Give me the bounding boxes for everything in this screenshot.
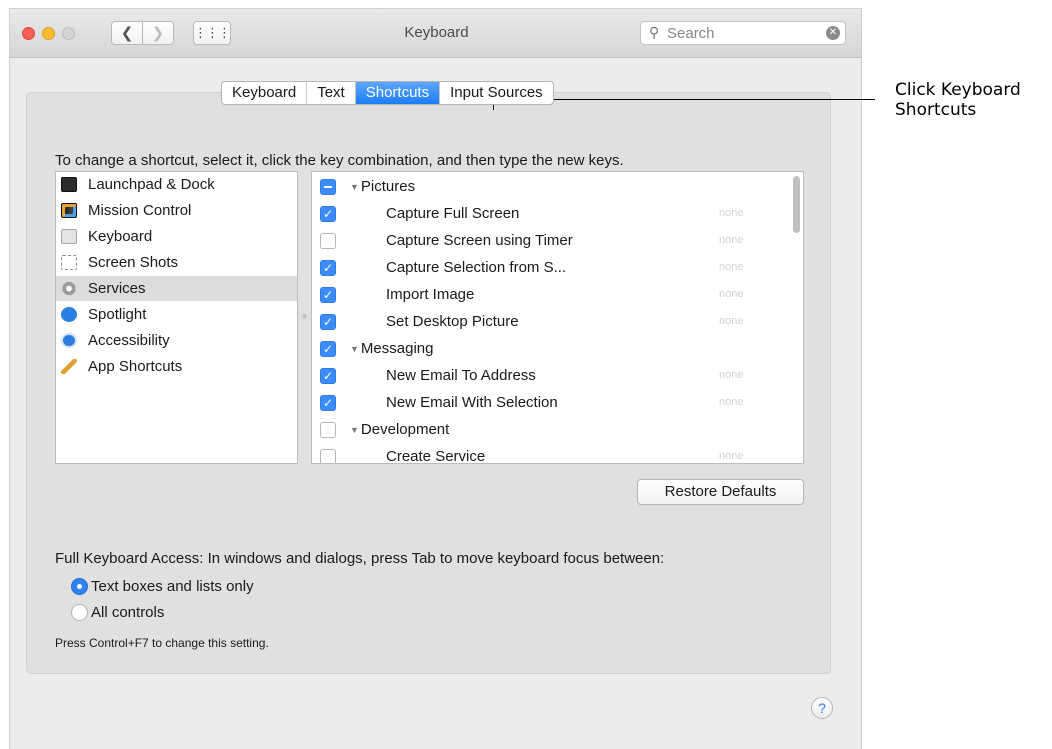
shortcut-key[interactable]: none — [719, 315, 743, 327]
search-field[interactable]: ⚲ ✕ — [640, 21, 846, 45]
tab-keyboard[interactable]: Keyboard — [222, 82, 308, 104]
shortcut-group-row[interactable]: ✓ ▼ Messaging — [312, 336, 782, 363]
search-icon: ⚲ — [649, 24, 660, 40]
enable-checkbox[interactable] — [320, 449, 336, 463]
category-label: Keyboard — [88, 228, 153, 245]
search-input[interactable] — [667, 24, 817, 42]
radio-all-controls-label[interactable]: All controls — [91, 604, 164, 621]
enable-checkbox[interactable] — [320, 422, 336, 438]
group-label[interactable]: ▼ Messaging — [350, 340, 433, 357]
group-label-text: Pictures — [360, 178, 416, 195]
disclosure-triangle-icon[interactable]: ▼ — [350, 344, 359, 354]
shortcut-row[interactable]: ✓ Capture Full Screen none — [312, 201, 782, 228]
shortcut-label: Create Service — [386, 448, 486, 464]
shortcut-row[interactable]: ✓ Set Desktop Picture none — [312, 309, 782, 336]
shortcut-key[interactable]: none — [719, 207, 743, 219]
shortcut-row[interactable]: ✓ Capture Selection from S... none — [312, 255, 782, 282]
category-label: Spotlight — [88, 306, 147, 323]
enable-checkbox[interactable]: ✓ — [320, 260, 336, 276]
shortcut-key[interactable]: none — [719, 288, 743, 300]
mission-control-icon — [61, 203, 77, 218]
shortcut-label: Set Desktop Picture — [386, 313, 519, 330]
scrollbar[interactable] — [793, 176, 800, 233]
shortcut-label: New Email To Address — [386, 367, 536, 384]
shortcut-key[interactable]: none — [719, 396, 743, 408]
category-accessibility[interactable]: Accessibility — [56, 328, 297, 353]
shortcut-row[interactable]: ✓ Import Image none — [312, 282, 782, 309]
category-keyboard[interactable]: Keyboard — [56, 224, 297, 249]
callout-line-2: Shortcuts — [895, 100, 977, 120]
keyboard-access-note: Press Control+F7 to change this setting. — [55, 636, 269, 650]
category-label: Services — [88, 280, 146, 297]
group-label-text: Messaging — [360, 340, 434, 357]
spotlight-icon — [61, 307, 77, 322]
help-button[interactable]: ? — [811, 697, 833, 719]
enable-checkbox[interactable]: ✓ — [320, 368, 336, 384]
shortcut-row[interactable]: ✓ New Email With Selection none — [312, 390, 782, 417]
screenshot-icon — [61, 255, 77, 270]
category-label: Launchpad & Dock — [88, 176, 215, 193]
shortcut-label: Capture Full Screen — [386, 205, 520, 222]
shortcut-row[interactable]: Create Service none — [312, 444, 782, 464]
category-label: Mission Control — [88, 202, 192, 219]
category-screen-shots[interactable]: Screen Shots — [56, 250, 297, 275]
tab-input-sources[interactable]: Input Sources — [440, 82, 553, 104]
shortcut-list[interactable]: ▼ Pictures ✓ Capture Full Screen none Capture… — [311, 171, 804, 464]
shortcut-label: New Email With Selection — [386, 394, 558, 411]
group-label-text: Development — [360, 421, 450, 438]
enable-checkbox[interactable] — [320, 233, 336, 249]
enable-checkbox[interactable]: ✓ — [320, 341, 336, 357]
callout-annotation: Click Keyboard Shortcuts — [895, 80, 1021, 120]
group-label[interactable]: ▼ Development — [350, 421, 449, 438]
shortcut-label: Import Image — [386, 286, 475, 303]
group-label[interactable]: ▼ Pictures — [350, 178, 415, 195]
category-label: Accessibility — [88, 332, 170, 349]
category-label: App Shortcuts — [88, 358, 183, 375]
dock-icon — [61, 177, 77, 192]
category-launchpad-dock[interactable]: Launchpad & Dock — [56, 172, 297, 197]
radio-all-controls[interactable] — [71, 604, 88, 621]
tab-bar: Keyboard Text Shortcuts Input Sources — [221, 81, 554, 105]
shortcut-label: Capture Screen using Timer — [386, 232, 573, 249]
enable-checkbox[interactable] — [320, 179, 336, 195]
accessibility-icon — [61, 333, 77, 348]
shortcut-row[interactable]: ✓ New Email To Address none — [312, 363, 782, 390]
category-app-shortcuts[interactable]: App Shortcuts — [56, 354, 297, 379]
title-bar: ❮ ❯ ⋮⋮⋮ Keyboard ⚲ ✕ — [10, 9, 861, 58]
restore-defaults-button[interactable]: Restore Defaults — [637, 479, 804, 505]
category-list[interactable]: Launchpad & Dock Mission Control Keyboard S… — [55, 171, 298, 464]
category-mission-control[interactable]: Mission Control — [56, 198, 297, 223]
radio-text-boxes-label[interactable]: Text boxes and lists only — [91, 578, 254, 595]
disclosure-triangle-icon[interactable]: ▼ — [350, 425, 359, 435]
shortcut-row[interactable]: Capture Screen using Timer none — [312, 228, 782, 255]
gear-icon — [61, 281, 77, 296]
callout-line-1: Click Keyboard — [895, 80, 1021, 100]
app-shortcuts-icon — [61, 359, 77, 374]
tab-shortcuts[interactable]: Shortcuts — [355, 82, 441, 104]
radio-text-boxes[interactable] — [71, 578, 88, 595]
category-label: Screen Shots — [88, 254, 179, 271]
enable-checkbox[interactable]: ✓ — [320, 395, 336, 411]
shortcut-group-row[interactable]: ▼ Pictures — [312, 174, 782, 201]
tab-text[interactable]: Text — [307, 82, 356, 104]
enable-checkbox[interactable]: ✓ — [320, 287, 336, 303]
enable-checkbox[interactable]: ✓ — [320, 206, 336, 222]
shortcut-group-row[interactable]: ▼ Development — [312, 417, 782, 444]
shortcut-label: Capture Selection from S... — [386, 259, 567, 276]
shortcut-key[interactable]: none — [719, 234, 743, 246]
full-keyboard-access-label: Full Keyboard Access: In windows and dia… — [55, 550, 665, 567]
category-spotlight[interactable]: Spotlight — [56, 302, 297, 327]
clear-search-icon[interactable]: ✕ — [826, 26, 840, 40]
shortcut-key[interactable]: none — [719, 450, 743, 462]
disclosure-triangle-icon[interactable]: ▼ — [350, 182, 359, 192]
instruction-text: To change a shortcut, select it, click t… — [55, 152, 624, 169]
split-view-handle[interactable] — [302, 314, 307, 319]
shortcut-key[interactable]: none — [719, 261, 743, 273]
category-services[interactable]: Services — [56, 276, 297, 301]
enable-checkbox[interactable]: ✓ — [320, 314, 336, 330]
shortcut-key[interactable]: none — [719, 369, 743, 381]
keyboard-icon — [61, 229, 77, 244]
